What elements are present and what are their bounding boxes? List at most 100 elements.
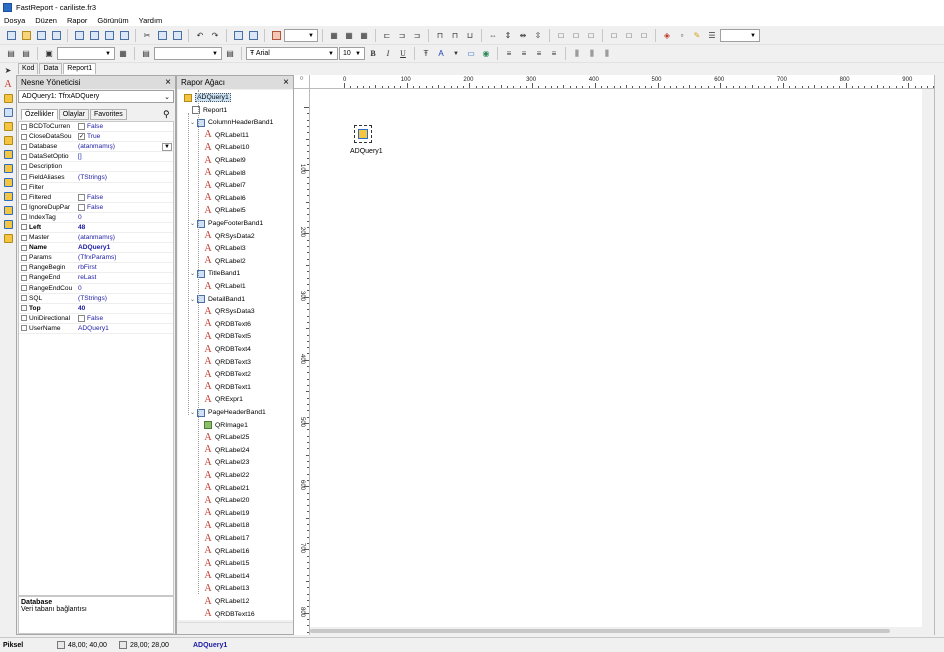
frame-width-combo[interactable]: ▼ [720,29,760,42]
tree-node[interactable]: A QRLabel21 [204,483,249,494]
font-settings-icon[interactable]: Ŧ [419,47,433,61]
tree-horizontal-scrollbar[interactable] [178,622,293,632]
tree-node[interactable]: A QRLabel10 [204,142,249,153]
new-dialog-icon[interactable] [87,29,101,43]
group-icon[interactable] [231,29,245,43]
property-value[interactable]: [] [78,153,173,160]
font-color-icon[interactable]: A [434,47,448,61]
tree-node[interactable]: A QRLabel12 [204,596,249,607]
format-icon[interactable]: ▦ [116,47,130,61]
tree-node[interactable]: A QRLabel7 [204,180,245,191]
property-value[interactable]: reLast [78,274,173,281]
tree-expander-icon[interactable]: ⌄ [190,220,197,227]
ado-object-icon[interactable] [2,204,14,216]
property-value[interactable]: rbFirst [78,264,173,271]
tree-expander-icon[interactable]: ⌄ [190,296,197,303]
tab-report1[interactable]: Report1 [63,63,97,74]
tree-node[interactable]: A QRLabel18 [204,520,249,531]
property-row[interactable]: Left 48 [19,223,173,234]
align-bottom-icon[interactable]: ⊔ [463,29,477,43]
property-row[interactable]: DataSetOptio [] [19,152,173,163]
property-value[interactable]: False [78,193,173,201]
property-value[interactable]: 0 [78,214,173,221]
tree-node[interactable]: A QRLabel11 [204,130,249,141]
menu-duzen[interactable]: Düzen [35,16,57,25]
valign-center-icon[interactable]: ⫼ [585,47,599,61]
zoom-combo[interactable]: ▼ [284,29,318,42]
frame-all-icon[interactable]: □ [554,29,568,43]
underline-button[interactable]: U [396,47,410,61]
property-value[interactable]: (TStrings) [78,295,173,302]
tree-node[interactable]: A QRLabel22 [204,470,249,481]
frame-right-icon[interactable]: □ [622,29,636,43]
align-grid-icon[interactable]: ▦ [342,29,356,43]
style-icon[interactable]: ▤ [4,47,18,61]
select-tool-icon[interactable]: ➤ [2,64,14,76]
tree-node[interactable]: A QRSysData3 [204,306,254,317]
property-value[interactable]: ✓ True [78,133,173,141]
property-row[interactable]: Filtered False [19,193,173,203]
font-color-dropdown-icon[interactable]: ▼ [449,47,463,61]
snap-to-grid-icon[interactable] [269,29,283,43]
show-grid-icon[interactable]: ▦ [327,29,341,43]
copy-icon[interactable] [155,29,169,43]
field-icon[interactable]: ▤ [223,47,237,61]
fill-color-icon[interactable]: ◈ [660,29,674,43]
new-page-icon[interactable] [72,29,86,43]
menu-gorunum[interactable]: Görünüm [97,16,128,25]
property-row[interactable]: Filter [19,183,173,193]
adquery-object-icon[interactable] [2,162,14,174]
search-icon[interactable]: ⚲ [163,109,170,120]
italic-button[interactable]: I [381,47,395,61]
align-middle-icon[interactable]: ⊓ [448,29,462,43]
adtable-object-icon[interactable] [2,148,14,160]
tree-node[interactable]: A QRLabel23 [204,457,249,468]
frame-color-icon[interactable]: ✎ [690,29,704,43]
tree-node[interactable]: A QRLabel8 [204,168,245,179]
property-value[interactable]: False [78,123,173,131]
tab-kod[interactable]: Kod [18,63,39,74]
tree-node[interactable]: A QRDBText1 [204,382,251,393]
property-row[interactable]: Params (TfrxParams) [19,253,173,264]
tree-node[interactable]: ADQuery1 [184,92,231,103]
tree-node[interactable]: A QRDBText6 [204,319,251,330]
align-top-icon[interactable]: ⊓ [433,29,447,43]
same-width-icon[interactable]: ⇔ [486,29,500,43]
property-checkbox[interactable] [78,203,85,211]
close-icon[interactable]: × [165,77,171,88]
property-value[interactable]: 0 [78,285,173,292]
tree-node[interactable]: A QRDBText5 [204,331,251,342]
frame-top-icon[interactable]: □ [584,29,598,43]
tree-node[interactable]: A QRLabel19 [204,508,249,519]
property-row[interactable]: Top 40 [19,304,173,314]
shadow-icon[interactable]: ▫ [675,29,689,43]
tree-node[interactable]: A QRLabel17 [204,533,249,544]
frame-left-icon[interactable]: □ [607,29,621,43]
tree-node[interactable]: A QRLabel25 [204,432,249,443]
style-editor-icon[interactable]: ▤ [19,47,33,61]
band-object-icon[interactable] [2,106,14,118]
tree-node[interactable]: A QRLabel3 [204,243,245,254]
tree-node[interactable]: A QRLabel5 [204,205,245,216]
property-value[interactable]: (atanmamış) [78,234,173,241]
style-box-icon[interactable]: ▣ [42,47,56,61]
database-object-icon[interactable] [2,92,14,104]
property-row[interactable]: Master (atanmamış) [19,233,173,244]
tree-node[interactable]: ⌄ PageHeaderBand1 [190,407,266,418]
property-checkbox[interactable] [78,193,85,201]
tree-expander-icon[interactable]: ⌄ [190,409,197,416]
new-report-icon[interactable] [4,29,18,43]
tree-node[interactable]: A QRLabel20 [204,495,249,506]
status-units[interactable]: Piksel [0,639,54,651]
tree-node[interactable]: A QRDBText2 [204,369,251,380]
report-page[interactable]: ADQuery1 [310,89,922,627]
valign-bottom-icon[interactable]: ⫼ [600,47,614,61]
space-horz-icon[interactable]: ⇹ [516,29,530,43]
tree-expander-icon[interactable]: ⌄ [190,270,197,277]
design-horizontal-scrollbar[interactable] [310,629,890,633]
property-row[interactable]: RangeBegin rbFirst [19,263,173,274]
frame-bottom-icon[interactable]: □ [637,29,651,43]
text-align-center-icon[interactable]: ≡ [517,47,531,61]
rotation-icon[interactable]: ◉ [479,47,493,61]
property-row[interactable]: RangeEndCou 0 [19,284,173,294]
